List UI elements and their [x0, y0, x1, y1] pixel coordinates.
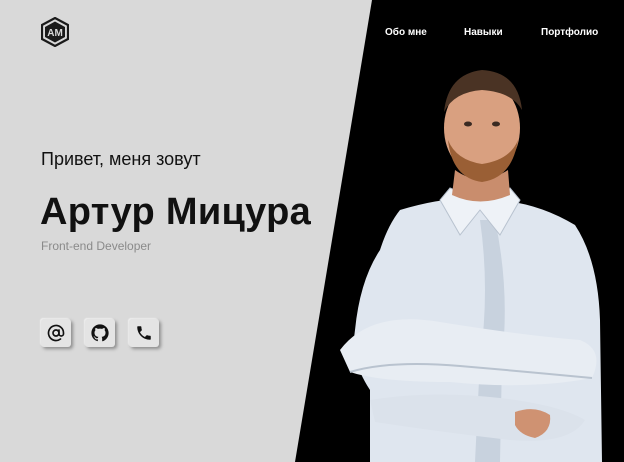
profile-photo [330, 60, 610, 462]
github-icon [91, 324, 109, 342]
email-button[interactable] [41, 319, 71, 347]
nav-link-skills[interactable]: Навыки [464, 26, 503, 40]
hero-name: Артур Мицура [40, 191, 312, 233]
at-sign-icon [47, 324, 65, 342]
phone-icon [137, 326, 151, 340]
role-subtitle: Front-end Developer [41, 239, 152, 253]
main-nav: Обо мне Навыки Портфолио [0, 26, 624, 40]
nav-link-about[interactable]: Обо мне [385, 26, 427, 40]
phone-button[interactable] [129, 319, 159, 347]
greeting-text: Привет, меня зовут [41, 149, 201, 169]
nav-link-portfolio[interactable]: Портфолио [541, 26, 598, 40]
github-button[interactable] [85, 319, 115, 347]
